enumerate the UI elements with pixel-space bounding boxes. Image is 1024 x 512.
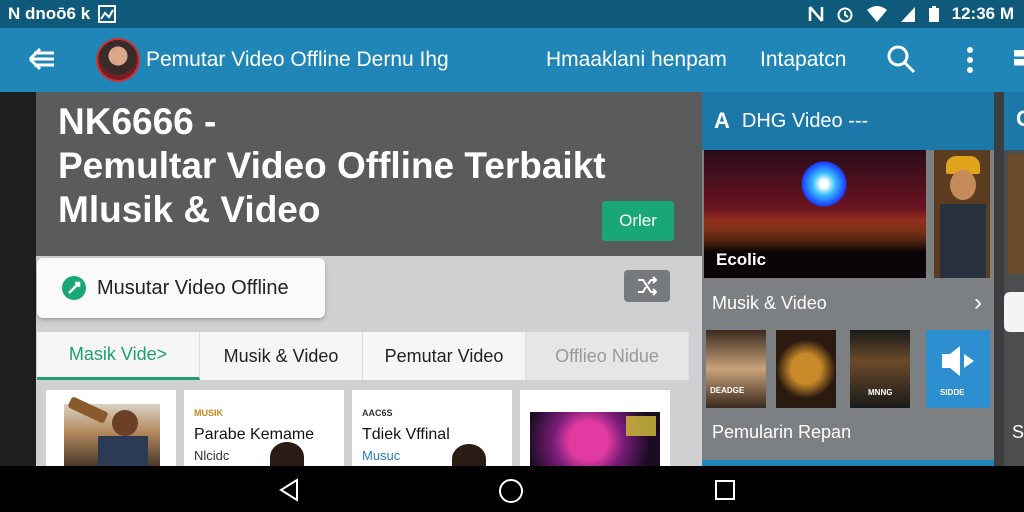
hero-title-line-1: NK6666 - [58, 101, 217, 142]
signal-icon [900, 7, 915, 22]
category-tabs: Masik Vide> Musik & Video Pemutar Video … [37, 332, 689, 380]
edge-pill [1004, 292, 1024, 332]
tab-masik-video[interactable]: Masik Vide> [37, 332, 200, 380]
status-left-text: N dnoō6 k [8, 4, 91, 23]
mini-thumb-2[interactable] [776, 330, 836, 408]
hero-title-line-2: Pemultar Video Offline Terbaikt [58, 145, 606, 186]
panel-separator [994, 92, 1004, 466]
hero-button[interactable]: Orler [602, 201, 674, 241]
section-header-musik-video[interactable]: Musik & Video › [712, 289, 982, 317]
hero-title: NK6666 - Pemultar Video Offline Terbaikt… [58, 100, 606, 232]
card-tag: MUSIK [194, 408, 223, 418]
side-panel-handle[interactable] [1014, 50, 1024, 72]
person-thumbnail[interactable] [934, 150, 990, 278]
stage-light [798, 158, 850, 210]
tab-offline-video[interactable]: Offlieo Nidue [526, 332, 689, 380]
wifi-icon [866, 6, 887, 22]
video-card-2[interactable]: MUSIK Parabe Kemame Nlcidc [184, 390, 344, 466]
right-panel-header[interactable]: A DHG Video --- [702, 92, 994, 150]
nav-home-icon[interactable] [498, 478, 524, 504]
back-arrow-icon[interactable] [26, 44, 58, 74]
shuffle-button[interactable] [624, 270, 670, 302]
app-bar: Pemutar Video Offline Dernu Ihg Hmaaklan… [0, 28, 1024, 92]
video-card-4[interactable] [520, 390, 670, 466]
left-edge-strip [0, 92, 36, 466]
panel-header-title: DHG Video --- [741, 109, 869, 132]
chevron-right-icon[interactable]: › [974, 289, 982, 317]
notification-n-icon [808, 6, 823, 22]
edge-letter-top: C [1016, 106, 1024, 131]
card-thumbnail [530, 412, 660, 466]
video-card-3[interactable]: AAC6S Tdiek Vffinal Musuc [352, 390, 512, 466]
more-vert-icon[interactable] [962, 46, 978, 74]
shuffle-icon [638, 276, 658, 296]
person-face [950, 170, 976, 200]
section-title: Musik & Video [712, 292, 827, 313]
card-title: Parabe Kemame [194, 426, 315, 443]
panel-header-letter: A [714, 108, 730, 133]
pill-label: Musutar Video Offline [97, 276, 289, 299]
person-body [940, 204, 986, 278]
video-card-1[interactable] [46, 390, 176, 466]
mini-thumb-4[interactable]: SIDDE [926, 330, 990, 408]
edge-thumbnail [1008, 154, 1024, 274]
card-tag: AAC6S [362, 408, 393, 418]
concert-thumbnail[interactable]: Ecolic [704, 150, 926, 278]
card-title: Tdiek Vffinal [362, 426, 450, 443]
navigation-bar [0, 466, 1024, 512]
edge-letter-bottom: S [1012, 422, 1024, 442]
status-time: 12:36 M [951, 4, 1014, 23]
mini-thumb-label: SIDDE [940, 388, 965, 397]
card-person-avatar [270, 442, 304, 466]
status-bar: N dnoō6 k 12:36 M [0, 0, 1024, 28]
nav-back-icon[interactable] [278, 478, 300, 502]
mini-thumb-1[interactable]: DEADGE [706, 330, 766, 408]
app-title: Pemutar Video Offline Dernu Ihg [146, 48, 449, 71]
play-app-icon [62, 276, 86, 300]
battery-icon [928, 6, 939, 22]
now-playing-pill[interactable]: Musutar Video Offline [37, 258, 325, 318]
avatar[interactable] [96, 38, 140, 82]
next-panel-edge[interactable]: C S [1004, 92, 1024, 466]
search-icon[interactable] [886, 44, 916, 74]
speaker-play-icon [942, 346, 974, 376]
menu-item-2[interactable]: Intapatcn [760, 48, 846, 72]
card-person-avatar [452, 444, 486, 466]
mini-thumb-label: DEADGE [710, 386, 745, 395]
tab-musik-video[interactable]: Musik & Video [200, 332, 363, 380]
mini-thumb-label: MNNG [868, 388, 893, 397]
panel-bottom-text[interactable]: Pemularin Repan [712, 422, 851, 443]
alarm-icon [837, 7, 853, 23]
menu-item-1[interactable]: Hmaaklani henpam [546, 48, 727, 72]
mini-thumb-3[interactable]: MNNG [850, 330, 910, 408]
card-thumbnail [64, 396, 160, 466]
card-subtitle: Musuc [362, 448, 401, 463]
gallery-icon [98, 5, 117, 23]
nav-recents-icon[interactable] [714, 479, 736, 501]
tab-pemutar-video[interactable]: Pemutar Video [363, 332, 526, 380]
card-subtitle: Nlcidc [194, 448, 230, 463]
hero-banner: NK6666 - Pemultar Video Offline Terbaikt… [36, 92, 702, 256]
hero-title-line-3: Mlusik & Video [58, 189, 321, 230]
concert-label: Ecolic [716, 250, 767, 269]
